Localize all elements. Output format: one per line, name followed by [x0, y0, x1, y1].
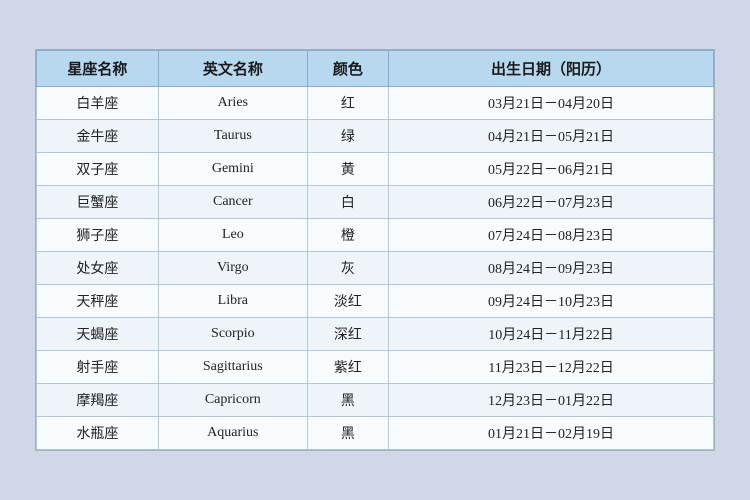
- table-row: 射手座Sagittarius紫红11月23日－12月22日: [37, 351, 714, 384]
- cell-english-name: Gemini: [158, 153, 307, 186]
- cell-english-name: Aries: [158, 87, 307, 120]
- table-row: 天蝎座Scorpio深红10月24日－11月22日: [37, 318, 714, 351]
- table-row: 水瓶座Aquarius黑01月21日－02月19日: [37, 417, 714, 450]
- cell-color: 白: [307, 186, 388, 219]
- cell-chinese-name: 巨蟹座: [37, 186, 159, 219]
- cell-color: 绿: [307, 120, 388, 153]
- cell-birth-date: 04月21日－05月21日: [389, 120, 714, 153]
- cell-chinese-name: 金牛座: [37, 120, 159, 153]
- cell-color: 淡红: [307, 285, 388, 318]
- cell-color: 红: [307, 87, 388, 120]
- table-row: 金牛座Taurus绿04月21日－05月21日: [37, 120, 714, 153]
- header-english-name: 英文名称: [158, 51, 307, 87]
- cell-english-name: Leo: [158, 219, 307, 252]
- zodiac-table-container: 星座名称 英文名称 颜色 出生日期（阳历） 白羊座Aries红03月21日－04…: [35, 49, 715, 451]
- cell-birth-date: 09月24日－10月23日: [389, 285, 714, 318]
- cell-birth-date: 12月23日－01月22日: [389, 384, 714, 417]
- cell-birth-date: 10月24日－11月22日: [389, 318, 714, 351]
- cell-chinese-name: 射手座: [37, 351, 159, 384]
- cell-birth-date: 08月24日－09月23日: [389, 252, 714, 285]
- cell-color: 橙: [307, 219, 388, 252]
- header-chinese-name: 星座名称: [37, 51, 159, 87]
- cell-english-name: Libra: [158, 285, 307, 318]
- cell-english-name: Scorpio: [158, 318, 307, 351]
- cell-chinese-name: 双子座: [37, 153, 159, 186]
- table-header-row: 星座名称 英文名称 颜色 出生日期（阳历）: [37, 51, 714, 87]
- cell-chinese-name: 天秤座: [37, 285, 159, 318]
- cell-color: 灰: [307, 252, 388, 285]
- table-row: 天秤座Libra淡红09月24日－10月23日: [37, 285, 714, 318]
- cell-color: 黑: [307, 384, 388, 417]
- table-row: 双子座Gemini黄05月22日－06月21日: [37, 153, 714, 186]
- cell-chinese-name: 天蝎座: [37, 318, 159, 351]
- cell-english-name: Taurus: [158, 120, 307, 153]
- cell-chinese-name: 狮子座: [37, 219, 159, 252]
- cell-english-name: Capricorn: [158, 384, 307, 417]
- cell-chinese-name: 白羊座: [37, 87, 159, 120]
- cell-chinese-name: 水瓶座: [37, 417, 159, 450]
- cell-birth-date: 07月24日－08月23日: [389, 219, 714, 252]
- zodiac-table: 星座名称 英文名称 颜色 出生日期（阳历） 白羊座Aries红03月21日－04…: [36, 50, 714, 450]
- cell-english-name: Sagittarius: [158, 351, 307, 384]
- table-row: 巨蟹座Cancer白06月22日－07月23日: [37, 186, 714, 219]
- cell-color: 黄: [307, 153, 388, 186]
- table-row: 白羊座Aries红03月21日－04月20日: [37, 87, 714, 120]
- cell-color: 紫红: [307, 351, 388, 384]
- cell-english-name: Cancer: [158, 186, 307, 219]
- cell-color: 黑: [307, 417, 388, 450]
- table-row: 处女座Virgo灰08月24日－09月23日: [37, 252, 714, 285]
- cell-birth-date: 03月21日－04月20日: [389, 87, 714, 120]
- cell-birth-date: 06月22日－07月23日: [389, 186, 714, 219]
- cell-birth-date: 11月23日－12月22日: [389, 351, 714, 384]
- cell-chinese-name: 处女座: [37, 252, 159, 285]
- cell-chinese-name: 摩羯座: [37, 384, 159, 417]
- table-row: 狮子座Leo橙07月24日－08月23日: [37, 219, 714, 252]
- header-birth-date: 出生日期（阳历）: [389, 51, 714, 87]
- cell-english-name: Aquarius: [158, 417, 307, 450]
- table-row: 摩羯座Capricorn黑12月23日－01月22日: [37, 384, 714, 417]
- header-color: 颜色: [307, 51, 388, 87]
- cell-birth-date: 01月21日－02月19日: [389, 417, 714, 450]
- cell-english-name: Virgo: [158, 252, 307, 285]
- cell-color: 深红: [307, 318, 388, 351]
- cell-birth-date: 05月22日－06月21日: [389, 153, 714, 186]
